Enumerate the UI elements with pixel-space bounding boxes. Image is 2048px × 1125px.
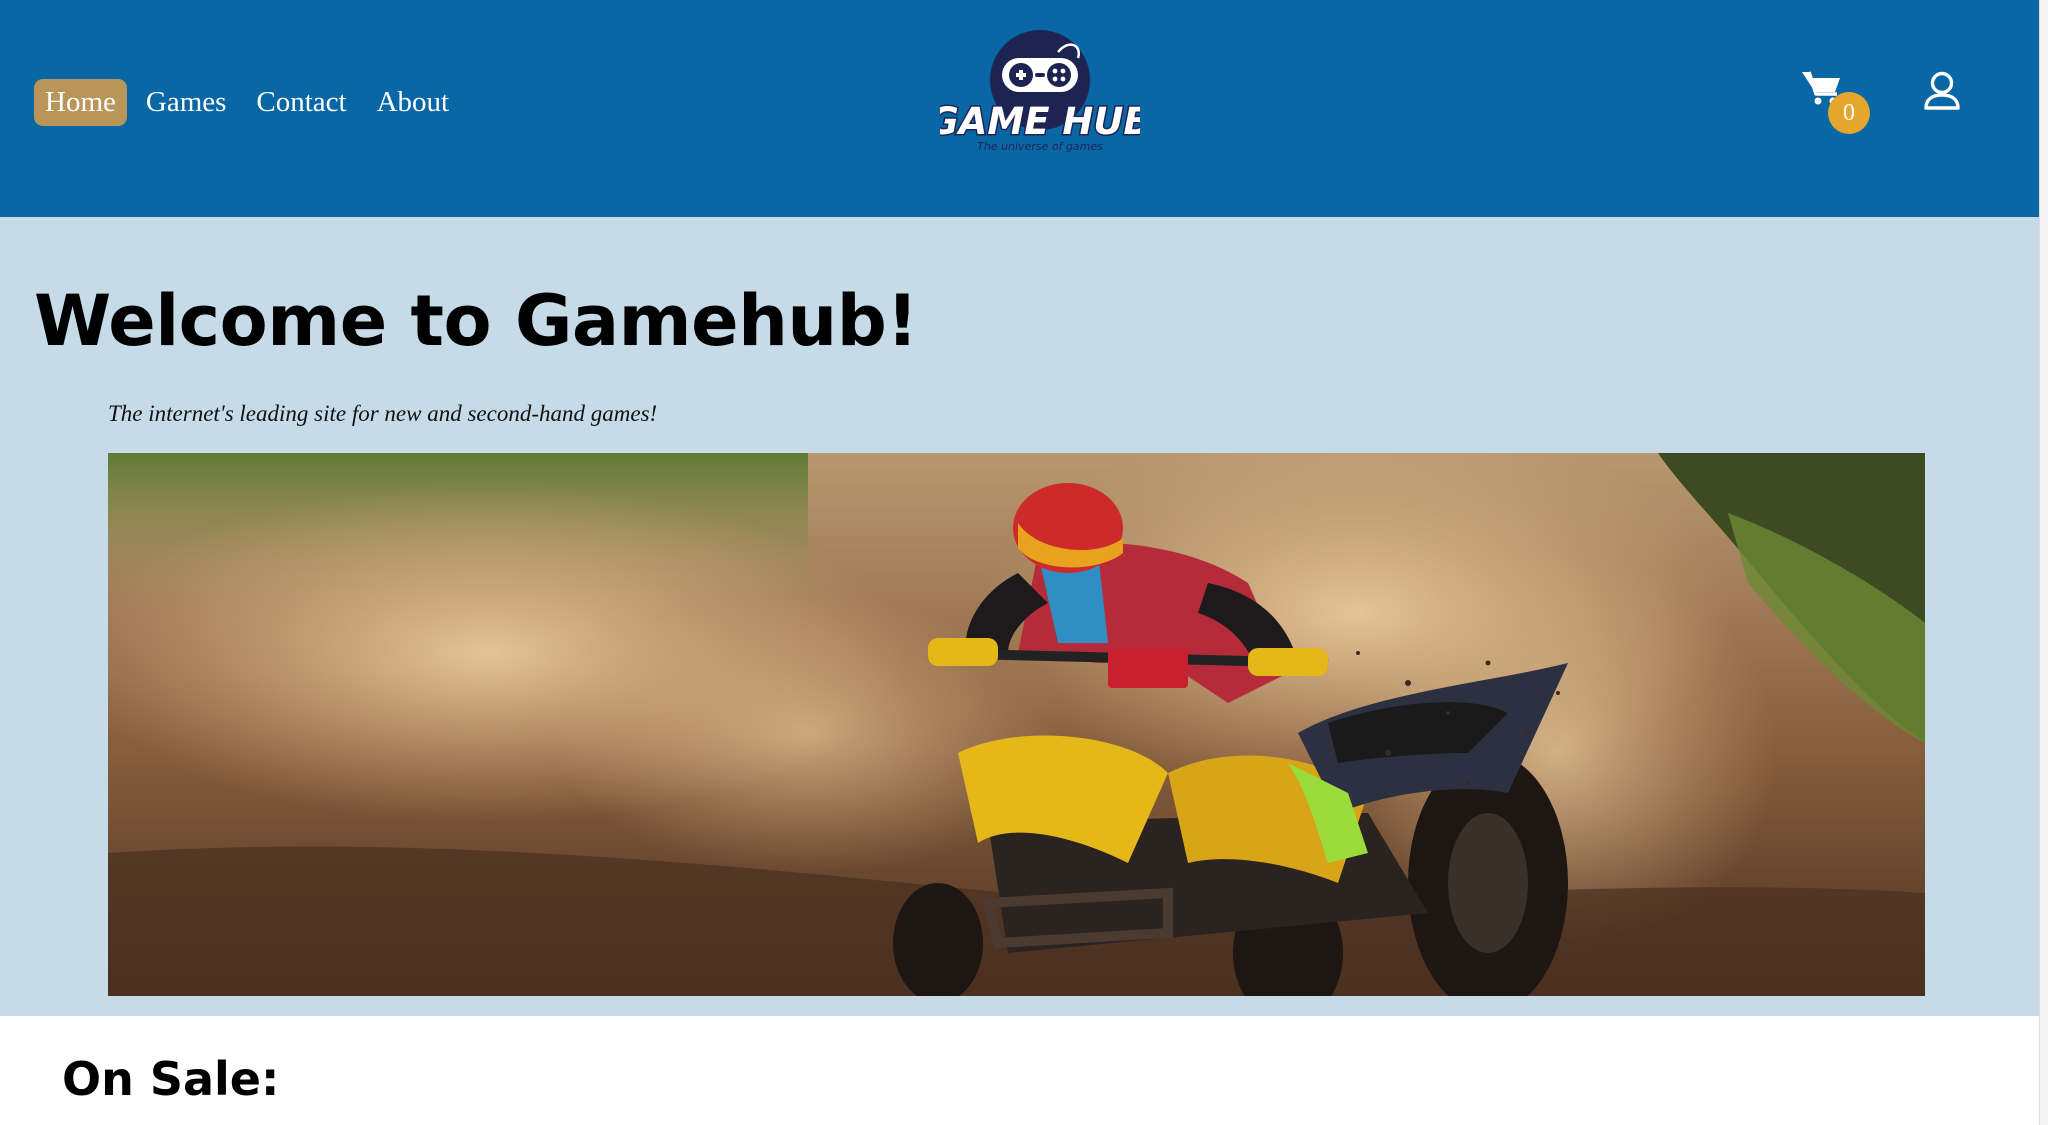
account-button[interactable] bbox=[1922, 70, 1962, 114]
site-header: Home Games Contact About GAME HU The uni… bbox=[0, 0, 2040, 217]
page: Home Games Contact About GAME HU The uni… bbox=[0, 0, 2040, 1125]
nav-home[interactable]: Home bbox=[34, 79, 127, 126]
nav-about[interactable]: About bbox=[366, 79, 461, 126]
svg-text:The universe of games: The universe of games bbox=[977, 140, 1103, 153]
on-sale-heading: On Sale: bbox=[62, 1052, 280, 1106]
svg-text:GAME HUB: GAME HUB bbox=[940, 100, 1140, 143]
cart-button[interactable]: 0 bbox=[1800, 68, 1872, 134]
nav-contact[interactable]: Contact bbox=[245, 79, 357, 126]
hero-section: Welcome to Gamehub! The internet's leadi… bbox=[0, 217, 2040, 1016]
hero-subtitle: The internet's leading site for new and … bbox=[108, 401, 658, 426]
gamepad-logo-icon: GAME HUB The universe of games bbox=[940, 30, 1140, 153]
site-logo[interactable]: GAME HUB The universe of games bbox=[940, 28, 1140, 158]
nav-games[interactable]: Games bbox=[135, 79, 238, 126]
main-nav: Home Games Contact About bbox=[34, 79, 460, 126]
hero-banner-image bbox=[108, 453, 1925, 996]
user-icon bbox=[1924, 71, 1960, 110]
page-title: Welcome to Gamehub! bbox=[34, 280, 918, 362]
scrollbar[interactable] bbox=[2039, 0, 2048, 1125]
cart-count-badge: 0 bbox=[1828, 92, 1870, 134]
